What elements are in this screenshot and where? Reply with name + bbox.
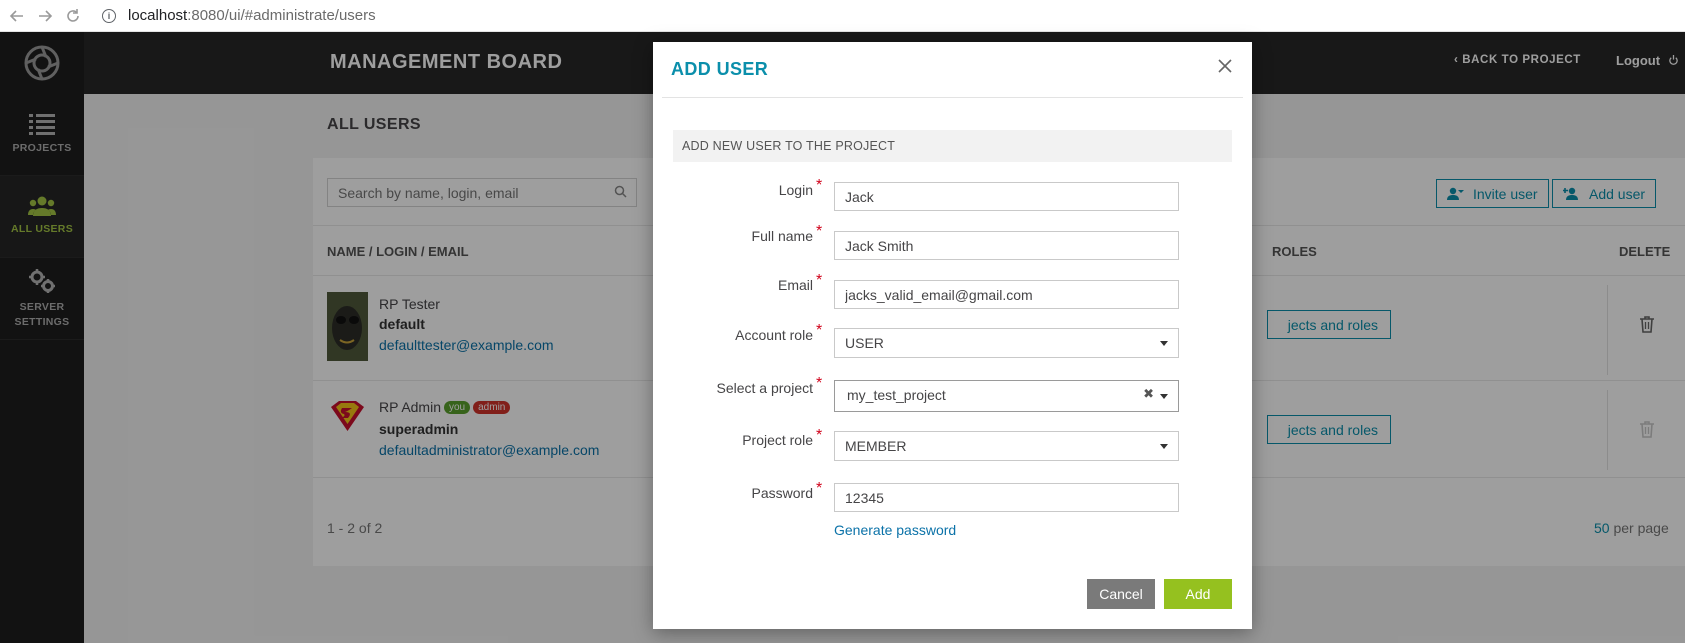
password-field[interactable] bbox=[834, 483, 1179, 512]
reload-icon[interactable] bbox=[62, 5, 84, 27]
caret-down-icon bbox=[1160, 444, 1168, 449]
project-select[interactable]: my_test_project ✖ bbox=[834, 380, 1179, 412]
cancel-button[interactable]: Cancel bbox=[1087, 579, 1155, 609]
info-icon[interactable]: i bbox=[102, 8, 116, 23]
modal-title: ADD USER bbox=[671, 59, 769, 79]
add-user-modal: ADD USER ADD NEW USER TO THE PROJECT Log… bbox=[653, 42, 1252, 629]
login-field[interactable] bbox=[834, 182, 1179, 211]
required-mark: * bbox=[816, 177, 823, 194]
full-name-label: Full name bbox=[751, 228, 813, 244]
required-mark: * bbox=[816, 480, 823, 497]
required-mark: * bbox=[816, 223, 823, 240]
browser-toolbar: i localhost:8080/ui/#administrate/users bbox=[0, 0, 1685, 32]
forward-arrow-icon[interactable] bbox=[34, 5, 56, 27]
email-field[interactable] bbox=[834, 280, 1179, 309]
add-button[interactable]: Add bbox=[1164, 579, 1232, 609]
close-icon[interactable] bbox=[1216, 57, 1234, 75]
generate-password-link[interactable]: Generate password bbox=[834, 522, 956, 538]
url-host: localhost bbox=[128, 7, 188, 24]
password-label: Password bbox=[751, 485, 813, 501]
address-bar[interactable]: i localhost:8080/ui/#administrate/users bbox=[102, 7, 376, 24]
clear-icon[interactable]: ✖ bbox=[1143, 386, 1154, 402]
modal-subtitle: ADD NEW USER TO THE PROJECT bbox=[673, 130, 1232, 162]
account-role-label: Account role bbox=[735, 327, 813, 343]
project-role-label: Project role bbox=[742, 432, 813, 448]
back-arrow-icon[interactable] bbox=[6, 5, 28, 27]
account-role-select[interactable]: USER bbox=[834, 328, 1179, 358]
required-mark: * bbox=[816, 427, 823, 444]
required-mark: * bbox=[816, 375, 823, 392]
required-mark: * bbox=[816, 322, 823, 339]
caret-down-icon bbox=[1160, 341, 1168, 346]
url-path: :8080/ui/#administrate/users bbox=[187, 7, 376, 24]
caret-down-icon bbox=[1160, 394, 1168, 399]
modal-divider bbox=[662, 97, 1243, 98]
full-name-field[interactable] bbox=[834, 231, 1179, 260]
login-label: Login bbox=[778, 182, 813, 198]
project-role-select[interactable]: MEMBER bbox=[834, 431, 1179, 461]
required-mark: * bbox=[816, 272, 823, 289]
project-label: Select a project bbox=[716, 380, 814, 396]
email-label: Email bbox=[777, 277, 813, 293]
